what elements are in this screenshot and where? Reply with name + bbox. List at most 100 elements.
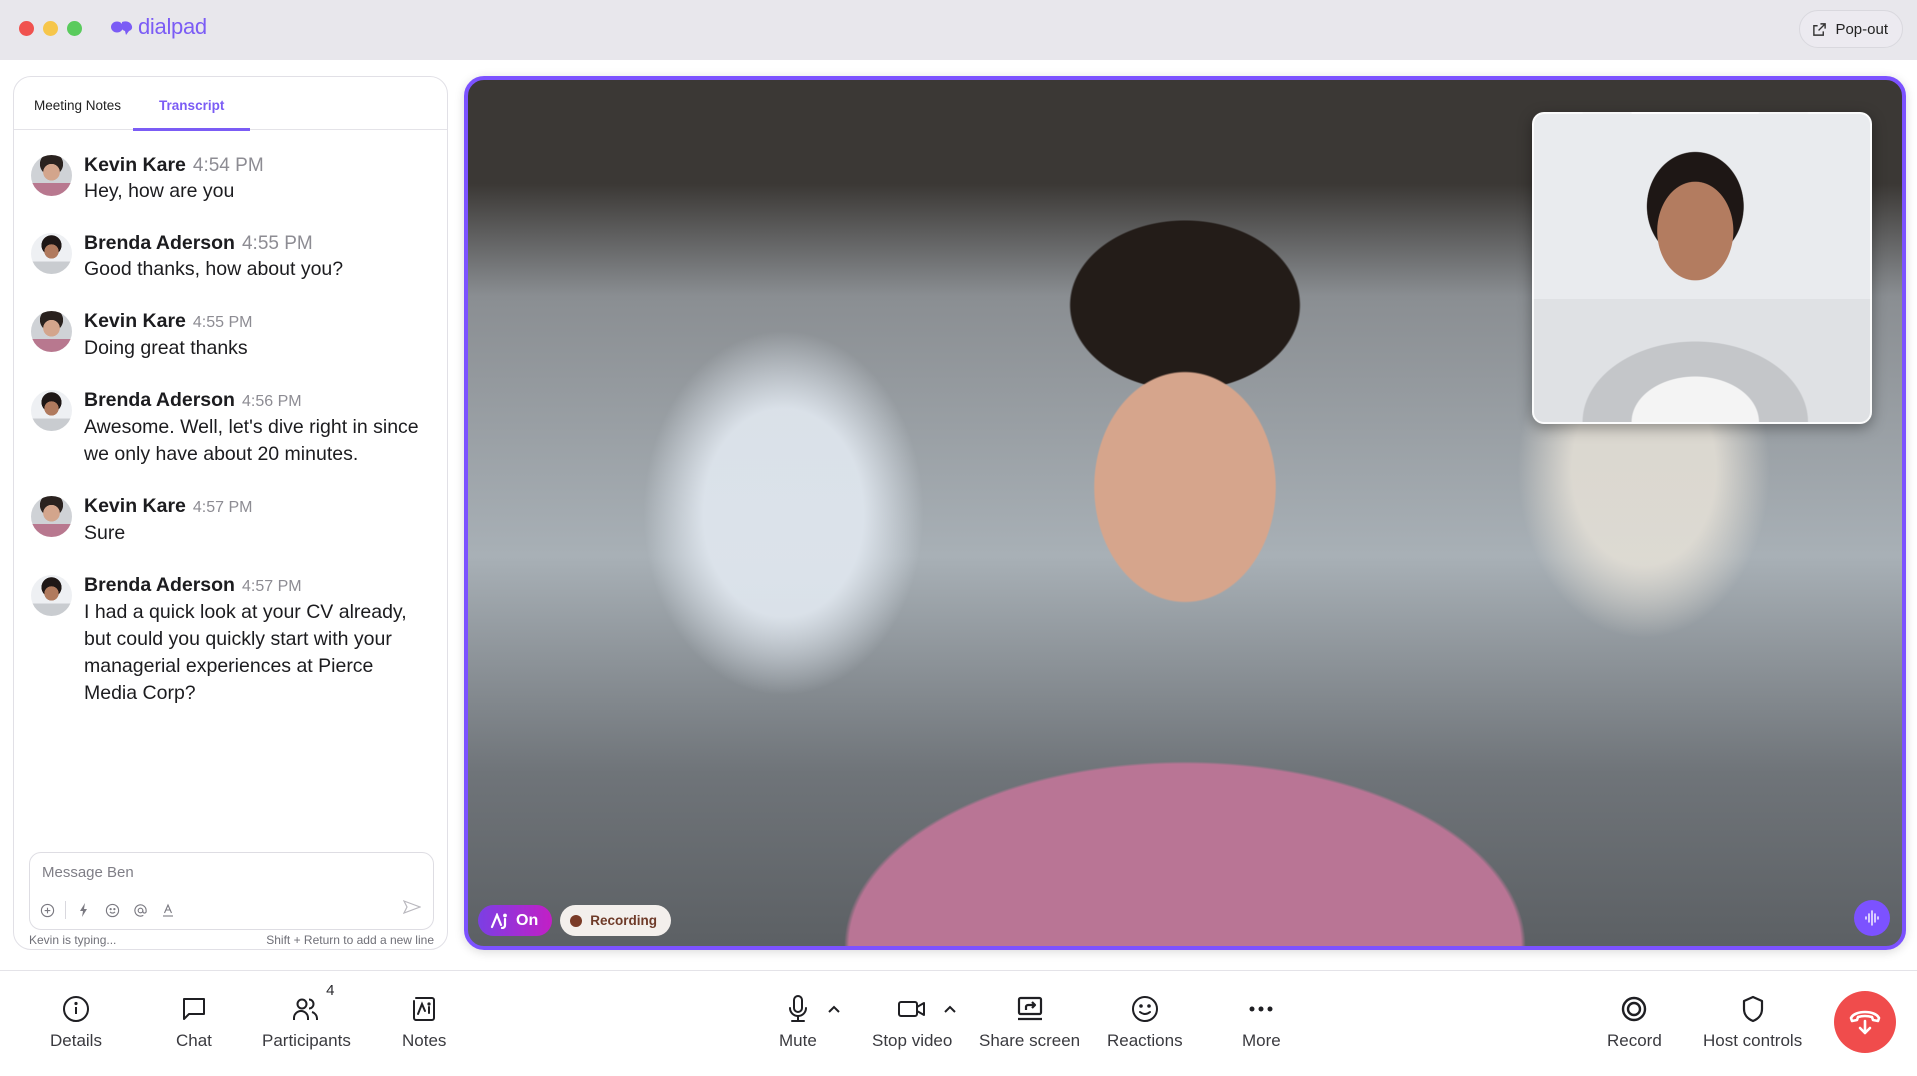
- chevron-up-icon: [944, 1005, 956, 1013]
- notes-button[interactable]: Notes: [402, 993, 446, 1051]
- newline-hint: Shift + Return to add a new line: [266, 933, 434, 947]
- close-window-button[interactable]: [19, 21, 34, 36]
- timestamp: 4:57 PM: [241, 578, 302, 595]
- record-icon: [1622, 996, 1647, 1022]
- participants-label: Participants: [262, 1031, 351, 1050]
- avatar-brenda-aderson: [31, 575, 72, 616]
- text-format-icon: [163, 903, 173, 917]
- speaker-name: Kevin Kare: [84, 310, 186, 332]
- text-format-button[interactable]: [160, 902, 176, 918]
- speaker-name: Brenda Aderson: [84, 389, 235, 411]
- composer-toolbar: [39, 901, 176, 919]
- speaker-name: Kevin Kare: [84, 154, 186, 176]
- title-bar: dialpad Pop-out: [0, 0, 1917, 60]
- ai-toggle-badge[interactable]: On: [478, 905, 553, 936]
- video-camera-icon: [898, 1001, 926, 1017]
- stop-video-button[interactable]: Stop video: [872, 993, 952, 1051]
- record-label: Record: [1607, 1031, 1662, 1050]
- toolbar-divider: [65, 901, 66, 919]
- ai-status-label: On: [516, 911, 539, 929]
- timestamp: 4:56 PM: [241, 393, 302, 410]
- participants-icon: [293, 998, 319, 1020]
- external-link-icon: [1813, 22, 1827, 36]
- details-button[interactable]: Details: [50, 993, 102, 1051]
- quick-actions-button[interactable]: [76, 902, 92, 918]
- message-text: Good thanks, how about you?: [84, 258, 344, 280]
- transcript-list: Kevin Kare 4:54 PM Hey, how are you Brend…: [31, 153, 431, 733]
- dialpad-logo: dialpad: [110, 14, 207, 40]
- message-text: Sure: [84, 522, 126, 544]
- voice-intelligence-button[interactable]: [1854, 900, 1890, 936]
- composer-status: Kevin is typing... Shift + Return to add…: [29, 933, 434, 947]
- audio-waveform-icon: [1865, 910, 1879, 926]
- send-button[interactable]: [402, 899, 422, 919]
- avatar-kevin-kare: [31, 311, 72, 352]
- leave-call-button[interactable]: [1834, 991, 1896, 1053]
- details-label: Details: [50, 1031, 102, 1050]
- mute-button[interactable]: Mute: [779, 993, 817, 1051]
- avatar-brenda-aderson: [31, 390, 72, 431]
- participants-button[interactable]: 4 Participants: [262, 982, 351, 1051]
- lightning-icon: [80, 903, 87, 917]
- hang-up-icon: [1849, 1010, 1881, 1035]
- video-badges: On Recording: [478, 905, 671, 936]
- smiley-icon: [1131, 996, 1158, 1022]
- at-sign-icon: [133, 903, 147, 917]
- share-screen-button[interactable]: Share screen: [979, 993, 1080, 1051]
- add-attachment-button[interactable]: [39, 902, 55, 918]
- record-button[interactable]: Record: [1607, 993, 1662, 1051]
- call-controls-toolbar: Details Chat 4 Participants Notes Mute S…: [0, 970, 1917, 1076]
- reactions-label: Reactions: [1107, 1031, 1183, 1050]
- speaker-name: Brenda Aderson: [84, 574, 235, 596]
- notes-icon: [413, 997, 436, 1021]
- chat-icon: [182, 998, 205, 1020]
- host-controls-button[interactable]: Host controls: [1703, 993, 1802, 1051]
- tab-meeting-notes[interactable]: Meeting Notes: [34, 77, 121, 130]
- stop-video-label: Stop video: [872, 1031, 953, 1050]
- emoji-button[interactable]: [104, 902, 120, 918]
- self-view-video-tile[interactable]: [1532, 112, 1872, 424]
- more-button[interactable]: More: [1242, 993, 1281, 1051]
- recording-label: Recording: [590, 913, 657, 928]
- speaker-name: Brenda Aderson: [84, 232, 235, 254]
- chat-button[interactable]: Chat: [176, 993, 212, 1051]
- participants-count-badge: 4: [326, 982, 335, 999]
- reactions-button[interactable]: Reactions: [1107, 993, 1183, 1051]
- panel-tabs: Meeting Notes Transcript: [14, 77, 447, 131]
- host-controls-label: Host controls: [1703, 1031, 1803, 1050]
- plus-circle-icon: [40, 903, 54, 917]
- timestamp: 4:55 PM: [192, 314, 253, 331]
- message-input[interactable]: [42, 861, 412, 883]
- transcript-entry: Kevin Kare 4:55 PM Doing great thanks: [31, 309, 431, 362]
- avatar-brenda-aderson: [31, 233, 72, 274]
- chevron-up-icon: [828, 1005, 840, 1013]
- maximize-window-button[interactable]: [67, 21, 82, 36]
- audio-options-caret[interactable]: [827, 1001, 841, 1019]
- microphone-icon: [788, 995, 807, 1022]
- mention-button[interactable]: [132, 902, 148, 918]
- info-icon: [62, 996, 89, 1022]
- transcript-entry: Kevin Kare 4:54 PM Hey, how are you: [31, 153, 431, 205]
- transcript-entry: Brenda Aderson 4:55 PM Good thanks, how a…: [31, 231, 431, 283]
- message-text: I had a quick look at your CV already, b…: [84, 601, 407, 704]
- recording-badge: Recording: [560, 905, 671, 936]
- transcript-entry: Kevin Kare 4:57 PM Sure: [31, 494, 431, 547]
- dialpad-logo-icon: [111, 21, 133, 35]
- notes-label: Notes: [402, 1031, 447, 1050]
- pop-out-button[interactable]: Pop-out: [1799, 10, 1903, 48]
- emoji-icon: [105, 903, 119, 917]
- avatar-kevin-kare: [31, 496, 72, 537]
- share-screen-icon: [1017, 996, 1042, 1021]
- video-options-caret[interactable]: [943, 1001, 957, 1019]
- more-label: More: [1242, 1031, 1281, 1050]
- speaker-name: Kevin Kare: [84, 495, 186, 517]
- main-video-tile[interactable]: On Recording: [464, 76, 1906, 950]
- shield-icon: [1742, 995, 1763, 1023]
- send-icon: [402, 899, 422, 915]
- minimize-window-button[interactable]: [43, 21, 58, 36]
- timestamp: 4:54 PM: [192, 155, 264, 176]
- brand-name: dialpad: [138, 14, 207, 39]
- message-text: Awesome. Well, let's dive right in since…: [84, 416, 419, 465]
- timestamp: 4:57 PM: [192, 499, 253, 516]
- tab-transcript[interactable]: Transcript: [133, 77, 251, 131]
